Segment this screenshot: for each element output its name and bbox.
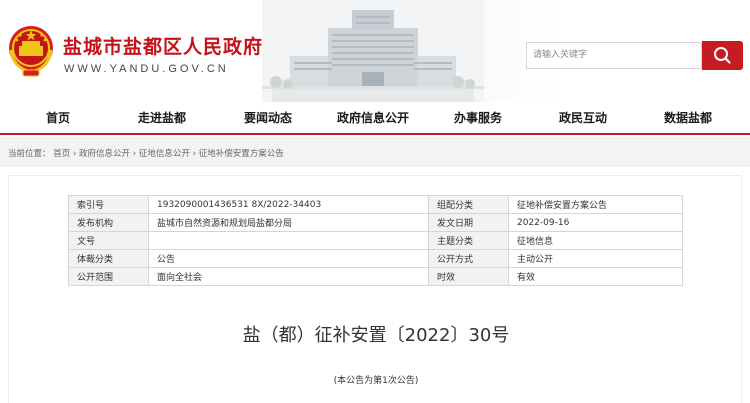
meta-key: 文号 [68,231,149,250]
metadata-table: 索引号 1932090001436531 8X/2022-34403 组配分类 … [68,195,683,286]
table-row: 公开范围 面向全社会 时效 有效 [68,267,683,286]
table-row: 发布机构 盐城市自然资源和规划局盐都分局 发文日期 2022-09-16 [68,213,683,232]
nav-interaction[interactable]: 政民互动 [543,102,623,135]
search-button[interactable] [702,41,743,70]
breadcrumb: 当前位置： 首页 › 政府信息公开 › 征地信息公开 › 征地补偿安置方案公告 [8,147,284,159]
meta-key: 发文日期 [428,213,509,232]
meta-value: 征地信息 [508,231,683,250]
nav-about[interactable]: 走进盐都 [122,102,202,135]
meta-value: 2022-09-16 [508,213,683,232]
breadcrumb-label: 当前位置： [8,149,51,159]
meta-value: 1932090001436531 8X/2022-34403 [148,195,429,214]
table-row: 文号 主题分类 征地信息 [68,231,683,250]
meta-value: 面向全社会 [148,267,429,286]
meta-key: 主题分类 [428,231,509,250]
meta-value: 主动公开 [508,249,683,268]
nav-gov-info[interactable]: 政府信息公开 [320,102,426,135]
meta-key: 索引号 [68,195,149,214]
breadcrumb-item-current[interactable]: 征地补偿安置方案公告 [199,149,284,159]
breadcrumb-separator: › [192,149,196,159]
meta-value: 公告 [148,249,429,268]
table-row: 体裁分类 公告 公开方式 主动公开 [68,249,683,268]
meta-value [148,231,429,250]
breadcrumb-separator: › [72,149,77,159]
meta-key: 时效 [428,267,509,286]
document-subtitle: (本公告为第1次公告) [333,376,419,386]
government-building-image [262,0,484,102]
nav-news[interactable]: 要闻动态 [228,102,308,135]
meta-value: 盐城市自然资源和规划局盐都分局 [148,213,429,232]
meta-key: 公开范围 [68,267,149,286]
breadcrumb-item-land-info[interactable]: 征地信息公开 [139,149,190,159]
breadcrumb-bar: 当前位置： 首页 › 政府信息公开 › 征地信息公开 › 征地补偿安置方案公告 [0,137,750,167]
nav-home[interactable]: 首页 [18,102,98,135]
meta-value: 有效 [508,267,683,286]
document-title: 盐（都）征补安置〔2022〕30号 [242,325,510,346]
main-nav: 首页 走进盐都 要闻动态 政府信息公开 办事服务 政民互动 数据盐都 [0,102,750,135]
site-header: 盐城市盐都区人民政府 WWW.YANDU.GOV.CN 请输入关键字 [0,0,750,102]
breadcrumb-separator: › [132,149,137,159]
magnifier-icon [714,47,731,64]
meta-value: 征地补偿安置方案公告 [508,195,683,214]
national-emblem-icon [9,26,53,77]
nav-data[interactable]: 数据盐都 [648,102,728,135]
breadcrumb-item-home[interactable]: 首页 [53,149,70,159]
article-content: 索引号 1932090001436531 8X/2022-34403 组配分类 … [8,175,742,403]
meta-key: 公开方式 [428,249,509,268]
search-input[interactable]: 请输入关键字 [526,42,702,69]
site-title[interactable]: 盐城市盐都区人民政府 [63,32,263,59]
meta-key: 组配分类 [428,195,509,214]
meta-key: 体裁分类 [68,249,149,268]
meta-key: 发布机构 [68,213,149,232]
site-domain: WWW.YANDU.GOV.CN [64,63,229,75]
breadcrumb-item-gov-info[interactable]: 政府信息公开 [79,149,130,159]
nav-services[interactable]: 办事服务 [438,102,518,135]
table-row: 索引号 1932090001436531 8X/2022-34403 组配分类 … [68,195,683,214]
